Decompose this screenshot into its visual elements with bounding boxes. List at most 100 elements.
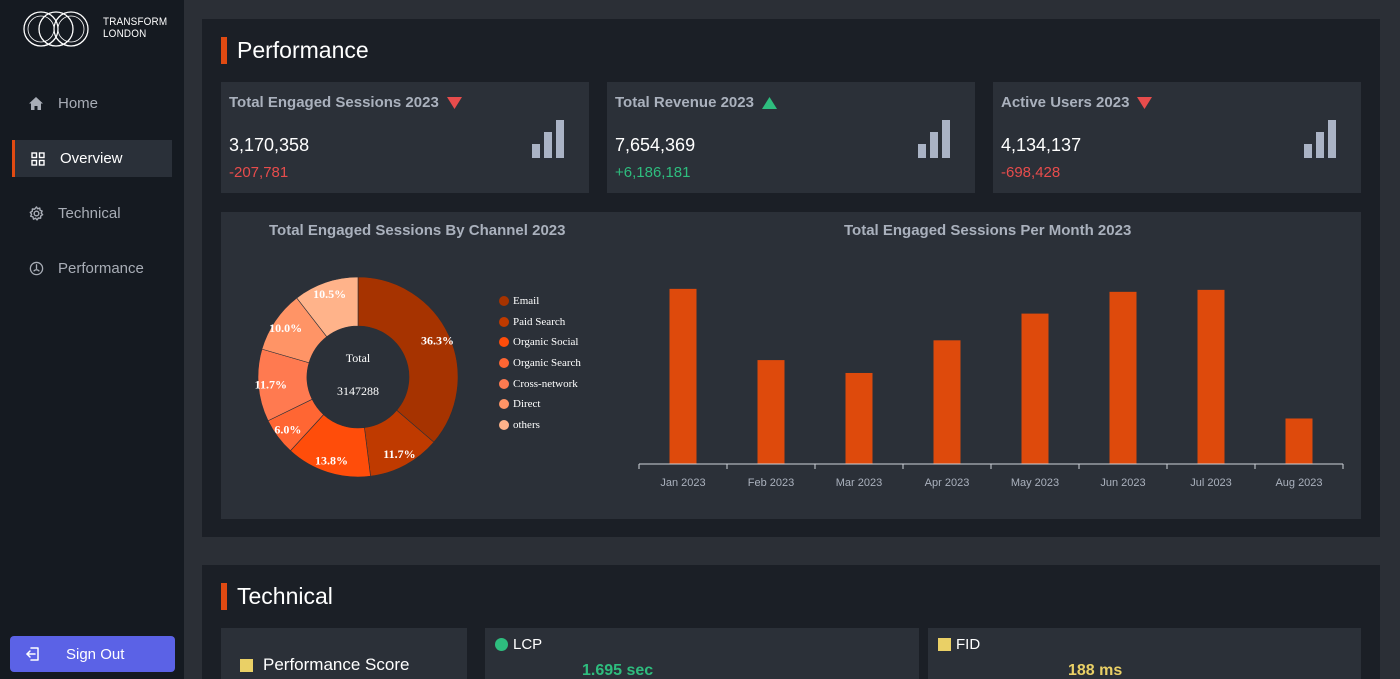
- charts-card: Total Engaged Sessions By Channel 2023 3…: [221, 212, 1361, 519]
- performance-score-label: Performance Score: [240, 655, 409, 675]
- bar-chart-icon: [532, 120, 564, 158]
- x-tick-label: Jan 2023: [660, 477, 705, 489]
- technical-section: Technical Performance Score LCP 1.695 se…: [202, 565, 1380, 679]
- sidebar-item-label: Technical: [58, 205, 121, 222]
- yellow-square-icon: [938, 638, 951, 651]
- legend-item[interactable]: Organic Social: [499, 332, 581, 353]
- lcp-label: LCP: [495, 636, 542, 653]
- bar[interactable]: [757, 360, 785, 464]
- fid-card: FID 188 ms: [928, 628, 1361, 679]
- brand-logo[interactable]: TRANSFORM LONDON: [22, 10, 172, 50]
- performance-score-text: Performance Score: [263, 655, 410, 674]
- sign-out-label: Sign Out: [66, 645, 125, 663]
- trend-down-icon: [1137, 96, 1153, 109]
- donut-slice-label: 36.3%: [421, 333, 454, 347]
- legend-label: Organic Social: [513, 336, 579, 349]
- bar[interactable]: [1021, 313, 1049, 464]
- lcp-label-text: LCP: [513, 636, 543, 653]
- legend-label: Paid Search: [513, 315, 566, 328]
- bar-chart: Jan 2023 Feb 2023 Mar 2023 Apr 2023 May 2023…: [638, 288, 1344, 489]
- donut-slice[interactable]: [357, 276, 459, 443]
- bar-chart-icon: [918, 120, 950, 158]
- sidebar: TRANSFORM LONDON Home Overview Technical…: [0, 0, 184, 679]
- lcp-value: 1.695 sec: [582, 662, 654, 679]
- donut-legend: Email Paid Search Organic Social Organic Se…: [499, 291, 581, 435]
- donut-slice-label: 11.7%: [383, 447, 415, 461]
- legend-swatch: [499, 378, 509, 389]
- logout-icon: [24, 645, 42, 663]
- sidebar-item-performance[interactable]: Performance: [12, 250, 172, 287]
- donut-slice-label: 11.7%: [255, 377, 287, 391]
- stat-delta: -698,428: [1001, 164, 1061, 181]
- stat-card-active-users: Active Users 2023 4,134,137 -698,428: [993, 82, 1361, 193]
- sidebar-item-label: Overview: [60, 150, 123, 167]
- donut-slice-label: 10.5%: [313, 287, 346, 301]
- legend-item[interactable]: Direct: [499, 394, 581, 415]
- bar[interactable]: [845, 372, 873, 464]
- donut-slice-label: 13.8%: [315, 453, 348, 467]
- sidebar-item-technical[interactable]: Technical: [12, 195, 172, 232]
- performance-section: Performance Total Engaged Sessions 2023 …: [202, 19, 1380, 537]
- legend-label: Cross-network: [513, 377, 578, 390]
- rings-logo-icon: [23, 11, 89, 47]
- brand-text: TRANSFORM LONDON: [103, 16, 167, 40]
- home-icon: [28, 96, 44, 112]
- x-tick-label: Feb 2023: [748, 477, 794, 489]
- donut-chart: 36.3% 11.7% 13.8% 6.0% 11.7% 10.0% 10.5% Total…: [255, 276, 459, 478]
- legend-swatch: [499, 296, 509, 307]
- stat-delta: +6,186,181: [615, 164, 691, 181]
- bar[interactable]: [1285, 418, 1313, 464]
- stat-title-text: Active Users 2023: [1001, 94, 1130, 111]
- performance-title: Performance: [237, 37, 369, 63]
- stat-delta: -207,781: [229, 164, 289, 181]
- sidebar-item-home[interactable]: Home: [12, 85, 172, 122]
- legend-swatch: [499, 419, 509, 430]
- app: TRANSFORM LONDON Home Overview Technical…: [0, 0, 1400, 679]
- legend-label: Email: [513, 295, 540, 308]
- stat-title: Total Engaged Sessions 2023: [229, 94, 462, 111]
- trend-down-icon: [446, 96, 462, 109]
- legend-item[interactable]: Organic Search: [499, 353, 581, 374]
- bar[interactable]: [1197, 289, 1225, 464]
- donut-slice-label: 6.0%: [274, 422, 301, 436]
- heading-accent-bar: [221, 37, 227, 64]
- grid-icon: [30, 151, 46, 167]
- performance-heading: Performance: [221, 37, 369, 64]
- sidebar-item-label: Performance: [58, 260, 144, 277]
- sign-out-button[interactable]: Sign Out: [10, 636, 175, 672]
- stat-card-revenue: Total Revenue 2023 7,654,369 +6,186,181: [607, 82, 975, 193]
- fid-value: 188 ms: [1068, 662, 1123, 679]
- stat-value: 7,654,369: [615, 135, 696, 155]
- fid-label-text: FID: [956, 636, 981, 653]
- stat-value: 3,170,358: [229, 135, 310, 155]
- sidebar-item-label: Home: [58, 95, 99, 112]
- legend-label: Direct: [513, 398, 541, 411]
- legend-item[interactable]: Cross-network: [499, 373, 581, 394]
- bar-chart-icon: [1304, 120, 1336, 158]
- gear-icon: [28, 206, 44, 222]
- x-tick-label: Mar 2023: [836, 477, 882, 489]
- heading-accent-bar: [221, 583, 227, 610]
- bar[interactable]: [1109, 291, 1137, 464]
- donut-center-label: Total: [346, 351, 371, 365]
- stat-title: Active Users 2023: [1001, 94, 1153, 111]
- technical-heading: Technical: [221, 583, 333, 610]
- performance-score-card: Performance Score: [221, 628, 467, 679]
- legend-swatch: [499, 337, 509, 348]
- brand-line-1: TRANSFORM: [103, 16, 168, 28]
- gauge-icon: [28, 261, 44, 277]
- sidebar-item-overview[interactable]: Overview: [12, 140, 172, 177]
- legend-swatch: [499, 316, 509, 327]
- legend-item[interactable]: Paid Search: [499, 312, 581, 333]
- legend-item[interactable]: Email: [499, 291, 581, 312]
- stat-card-engaged-sessions: Total Engaged Sessions 2023 3,170,358 -2…: [221, 82, 589, 193]
- legend-item[interactable]: others: [499, 415, 581, 436]
- donut-center-value: 3147288: [337, 384, 379, 398]
- x-tick-label: May 2023: [1011, 477, 1059, 489]
- legend-label: others: [513, 418, 540, 431]
- bar[interactable]: [933, 340, 961, 464]
- bar[interactable]: [669, 288, 697, 464]
- stat-title-text: Total Engaged Sessions 2023: [229, 94, 439, 111]
- x-tick-label: Jun 2023: [1100, 477, 1145, 489]
- x-tick-label: Apr 2023: [925, 477, 970, 489]
